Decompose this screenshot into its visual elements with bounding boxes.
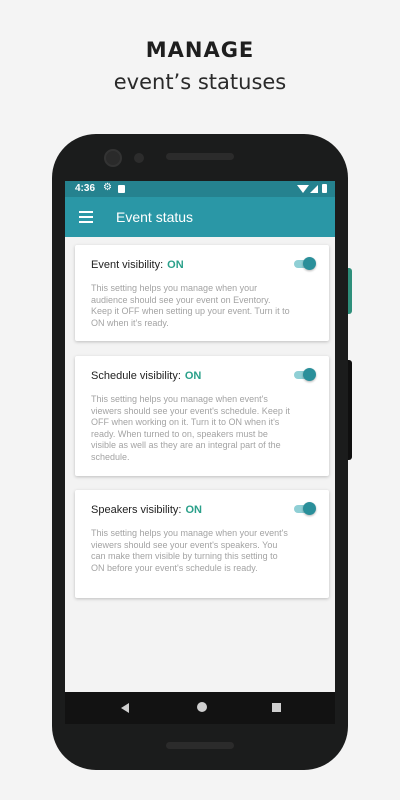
- bottom-speaker: [166, 742, 234, 749]
- phone-volume-button: [348, 360, 352, 460]
- wifi-icon: [297, 185, 309, 193]
- schedule-visibility-label: Schedule visibility:: [91, 370, 181, 382]
- hamburger-menu-icon[interactable]: [79, 211, 93, 223]
- recents-icon[interactable]: [272, 703, 281, 712]
- speakers-visibility-card: Speakers visibility: ON This setting help…: [75, 490, 329, 598]
- schedule-visibility-card: Schedule visibility: ON This setting help…: [75, 356, 329, 476]
- speakers-visibility-status: ON: [185, 504, 202, 516]
- earpiece-speaker: [166, 153, 234, 160]
- phone-screen: 4:36 ⚙ Event status Event visibility: ON …: [65, 181, 335, 724]
- phone-side-button: [348, 268, 352, 314]
- schedule-visibility-description: This setting helps you manage when event…: [91, 394, 290, 462]
- speakers-visibility-toggle[interactable]: [294, 502, 316, 516]
- gear-icon: ⚙: [103, 182, 112, 193]
- app-bar: Event status: [65, 197, 335, 237]
- event-visibility-toggle[interactable]: [294, 257, 316, 271]
- front-camera-icon: [104, 149, 122, 167]
- page-title: Event status: [116, 209, 194, 225]
- home-icon[interactable]: [197, 702, 207, 712]
- toggle-knob: [303, 368, 316, 381]
- event-visibility-status: ON: [167, 259, 184, 271]
- sd-card-icon: [118, 185, 125, 193]
- speakers-visibility-label: Speakers visibility:: [91, 504, 182, 516]
- event-visibility-label: Event visibility:: [91, 259, 164, 271]
- toggle-knob: [303, 257, 316, 270]
- schedule-visibility-status: ON: [184, 370, 202, 382]
- status-time: 4:36: [75, 183, 96, 194]
- promo-headline: MANAGE: [145, 38, 255, 62]
- navigation-bar: [65, 692, 335, 724]
- speakers-visibility-description: This setting helps you manage when your …: [91, 528, 288, 573]
- schedule-visibility-toggle[interactable]: [294, 368, 316, 382]
- signal-icon: [310, 185, 318, 193]
- toggle-knob: [303, 502, 316, 515]
- event-visibility-description: This setting helps you manage when your …: [91, 283, 290, 328]
- status-bar: 4:36 ⚙: [65, 181, 335, 197]
- promo-subheadline: event’s statuses: [113, 70, 287, 94]
- back-icon[interactable]: [121, 703, 129, 713]
- proximity-sensor-icon: [134, 153, 144, 163]
- event-visibility-card: Event visibility: ON This setting helps y…: [75, 245, 329, 341]
- battery-icon: [322, 184, 327, 193]
